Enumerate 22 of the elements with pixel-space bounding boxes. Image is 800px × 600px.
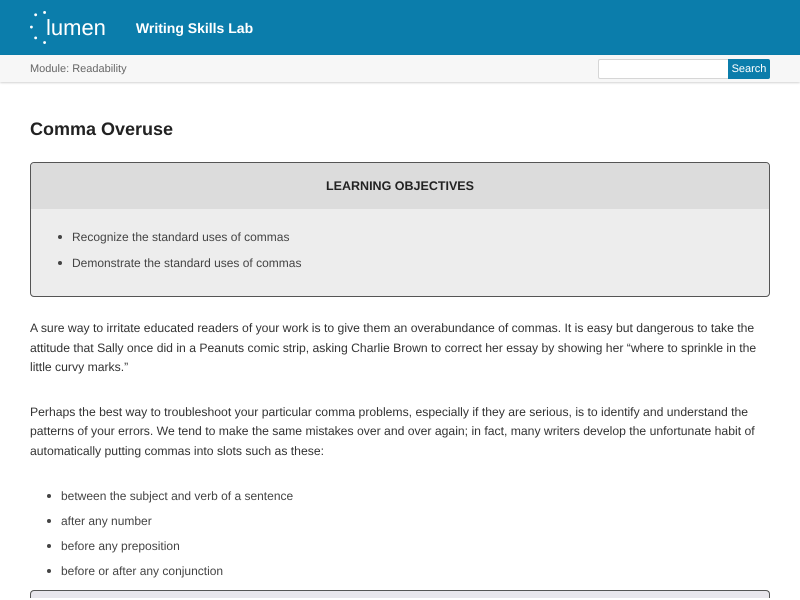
- objectives-heading: LEARNING OBJECTIVES: [326, 179, 474, 193]
- logo-text[interactable]: lumen: [46, 14, 106, 40]
- bullet-icon: [47, 519, 51, 523]
- body-paragraph: A sure way to irritate educated readers of your work is to give them an overabundance of commas. It is easy but dangerous to take the attitude that Sally once did in a Peanuts comic strip, asking Charlie Brown to correct her essay by showing her “where to sprinkle in the little curvy marks.”: [30, 320, 758, 376]
- bullet-icon: [47, 544, 51, 548]
- search-button[interactable]: Search: [728, 58, 770, 78]
- list-item-text: after any number: [61, 513, 152, 530]
- module-label: Module: Readability: [30, 62, 128, 74]
- search-field[interactable]: [598, 58, 728, 78]
- list-item-text: before any preposition: [61, 538, 180, 555]
- bullet-icon: [58, 235, 62, 239]
- page-title: Comma Overuse: [30, 118, 174, 141]
- objective-text: Demonstrate the standard uses of commas: [72, 255, 302, 272]
- dots-icon: [30, 10, 46, 45]
- objective-text: Recognize the standard uses of commas: [72, 229, 290, 246]
- list-item-text: before or after any conjunction: [61, 563, 224, 580]
- bullet-icon: [47, 569, 51, 573]
- bullet-icon: [58, 261, 62, 265]
- list-item-text: between the subject and verb of a sentence: [61, 488, 294, 505]
- site-title: Writing Skills Lab: [136, 20, 254, 36]
- bullet-icon: [47, 494, 51, 498]
- body-paragraph: Perhaps the best way to troubleshoot your particular comma problems, especially if they are serious, is to identify and understand the patterns of your errors. We tend to make the same mistakes over and over again; in fact, many writers develop the unfortunate habit of automatically putting commas into slots such as these:: [30, 404, 756, 460]
